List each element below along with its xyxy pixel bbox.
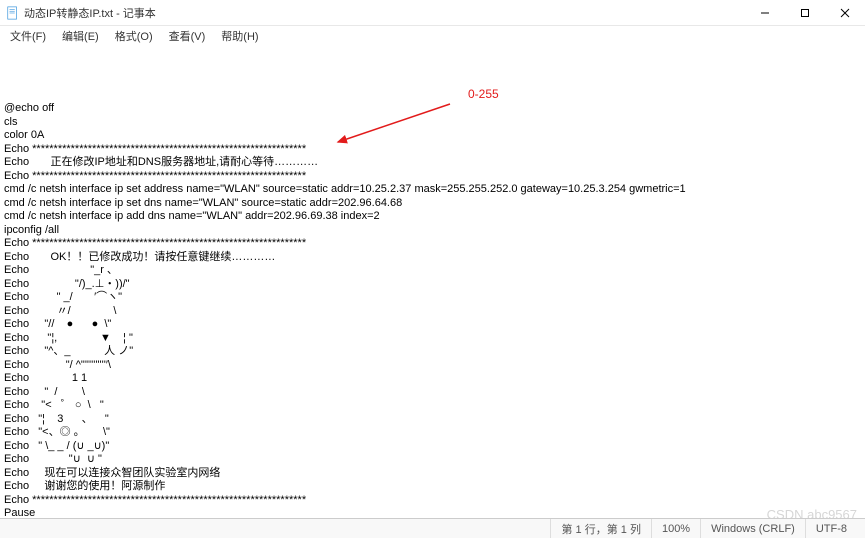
minimize-button[interactable] (745, 0, 785, 26)
window-controls (745, 0, 865, 26)
status-lineending: Windows (CRLF) (700, 519, 805, 538)
menubar: 文件(F) 编辑(E) 格式(O) 查看(V) 帮助(H) (0, 26, 865, 46)
arrow-annotation (332, 100, 462, 148)
close-button[interactable] (825, 0, 865, 26)
file-content: @echo off cls color 0A Echo ************… (4, 102, 861, 518)
menu-help[interactable]: 帮助(H) (215, 26, 264, 46)
menu-view[interactable]: 查看(V) (163, 26, 212, 46)
annotation-label: 0-255 (468, 88, 499, 102)
notepad-icon (6, 6, 20, 20)
menu-format[interactable]: 格式(O) (109, 26, 159, 46)
text-editor[interactable]: 0-255 @echo off cls color 0A Echo ******… (0, 46, 865, 518)
menu-file[interactable]: 文件(F) (4, 26, 52, 46)
status-encoding: UTF-8 (805, 519, 857, 538)
statusbar: 第 1 行，第 1 列 100% Windows (CRLF) UTF-8 (0, 518, 865, 538)
window-title: 动态IP转静态IP.txt - 记事本 (24, 5, 745, 21)
maximize-button[interactable] (785, 0, 825, 26)
titlebar: 动态IP转静态IP.txt - 记事本 (0, 0, 865, 26)
status-position: 第 1 行，第 1 列 (550, 519, 650, 538)
menu-edit[interactable]: 编辑(E) (56, 26, 105, 46)
status-zoom: 100% (651, 519, 700, 538)
